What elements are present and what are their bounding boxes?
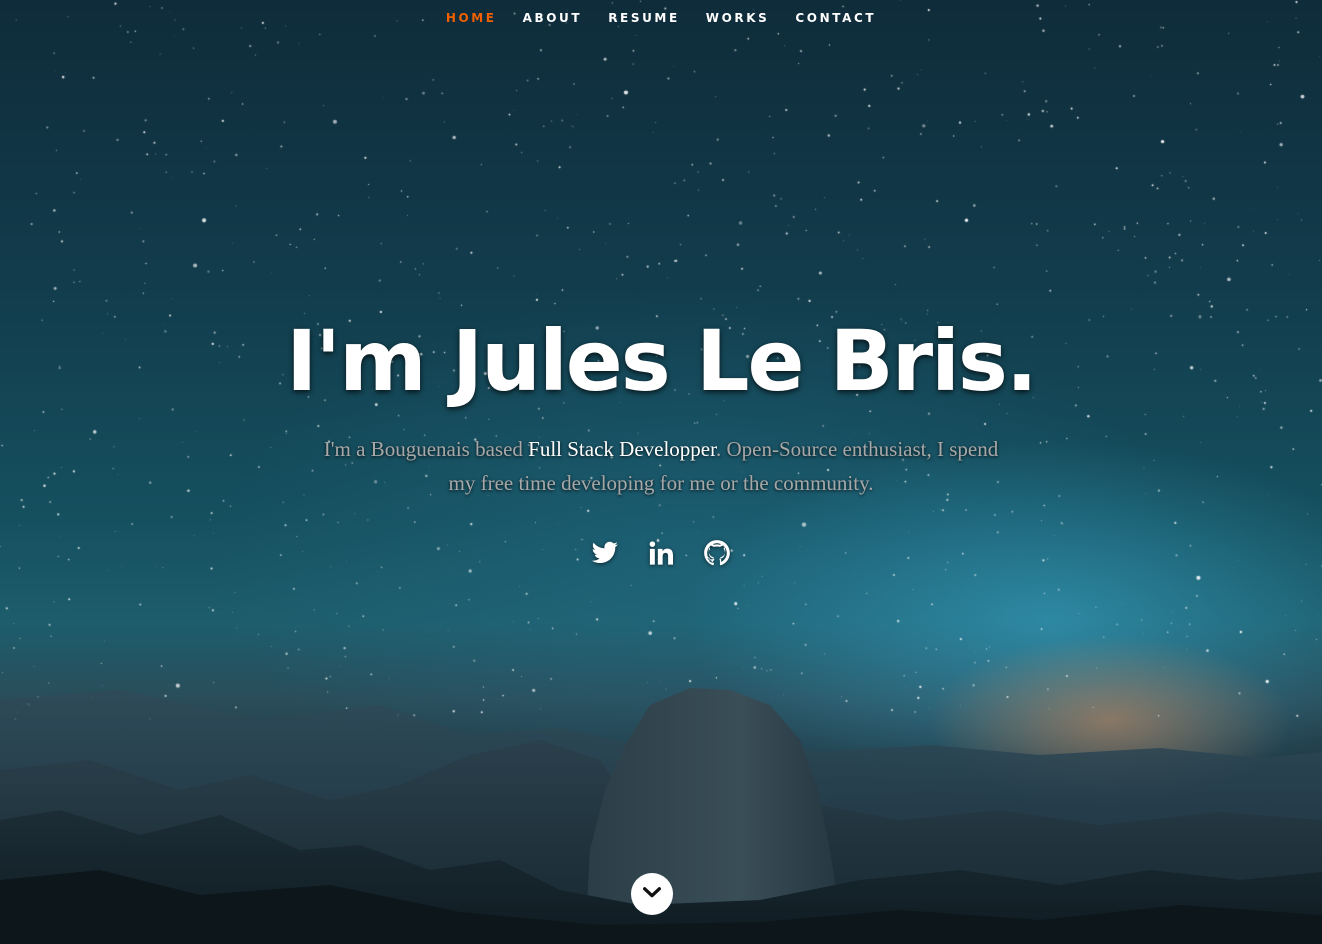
chevron-down-icon	[641, 881, 663, 908]
tagline-role-highlight: Full Stack Developper	[528, 437, 716, 461]
linkedin-icon	[647, 539, 675, 572]
twitter-icon	[591, 539, 619, 572]
github-icon	[703, 539, 731, 572]
hero-tagline: I'm a Bouguenais based Full Stack Develo…	[316, 432, 1006, 500]
main-navigation: HOME ABOUT RESUME WORKS CONTACT	[0, 0, 1322, 36]
banner: I'm Jules Le Bris. I'm a Bouguenais base…	[0, 306, 1322, 570]
nav-resume-link[interactable]: RESUME	[608, 0, 680, 36]
linkedin-link[interactable]	[646, 540, 676, 570]
twitter-link[interactable]	[590, 540, 620, 570]
tagline-prefix: I'm a Bouguenais based	[323, 437, 529, 461]
nav-home-link[interactable]: HOME	[446, 0, 497, 36]
nav-about-link[interactable]: ABOUT	[523, 0, 583, 36]
hero-headline: I'm Jules Le Bris.	[286, 312, 1038, 410]
social-links	[0, 539, 1322, 572]
hero-section: HOME ABOUT RESUME WORKS CONTACT I'm Jule…	[0, 0, 1322, 944]
github-link[interactable]	[702, 539, 732, 572]
nav-contact-link[interactable]: CONTACT	[795, 0, 876, 36]
scroll-down-button[interactable]	[631, 873, 673, 915]
nav-works-link[interactable]: WORKS	[706, 0, 770, 36]
